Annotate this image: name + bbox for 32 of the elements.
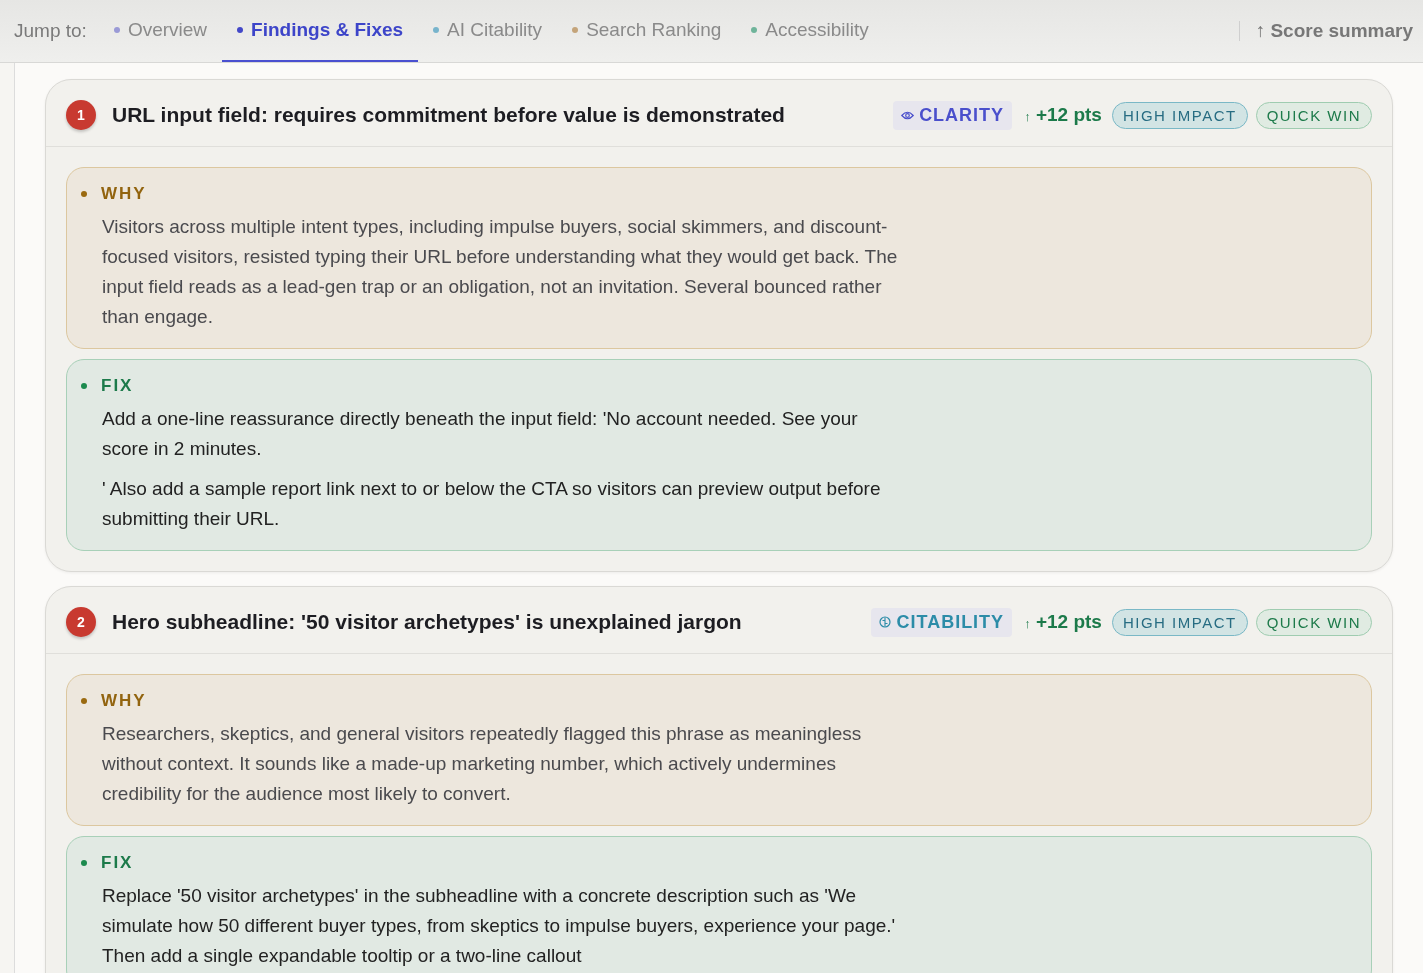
finding-title: Hero subheadline: '50 visitor archetypes' is unexplained jargon [112, 610, 742, 634]
bullet-icon [81, 383, 87, 389]
section-text: Researchers, skeptics, and general visitors repeatedly flagged this phrase as meaningless without context. It sounds like a made-up marketing number, which actively undermines credibility for the audience most likely to convert. [102, 722, 863, 806]
tag: QUICK WIN [1255, 101, 1372, 129]
category-badge: CITABILITY [871, 607, 1013, 637]
nav-tab[interactable]: Search Ranking [557, 0, 737, 62]
tag: QUICK WIN [1255, 608, 1372, 636]
section-text: Replace '50 visitor archetypes' in the subheadline with a concrete description such as 'We simulate how 50 different buyer types, from skeptics to impulse buyers, experience your page.' Then add a single expandable tooltip or a two-line callout [102, 884, 897, 968]
bullet-icon [81, 191, 87, 197]
finding-title: URL input field: requires commitment before value is demonstrated [112, 103, 785, 127]
category-badge: CLARITY [893, 100, 1013, 130]
points-gain: ↑ +12 pts [1024, 611, 1102, 633]
finding-number: 1 [66, 100, 96, 130]
tag: HIGH IMPACT [1111, 101, 1248, 129]
tag: HIGH IMPACT [1111, 608, 1248, 636]
nav-tab[interactable]: Overview [98, 0, 223, 62]
points-gain: ↑ +12 pts [1024, 104, 1102, 126]
section-label: WHY [101, 691, 147, 711]
bullet-icon [81, 698, 87, 704]
section-text: Visitors across multiple intent types, including impulse buyers, social skimmers, and discount-focused visitors, resisted typing their URL before understanding what they would get back. The input field reads as a lead-gen trap or an obligation, not an invitation. Several bounced rather than engage. [102, 215, 899, 329]
section-label: WHY [101, 184, 147, 204]
eye-icon [901, 110, 915, 120]
section-label: FIX [101, 853, 134, 873]
score-summary-link[interactable]: ↑ Score summary [1255, 20, 1413, 42]
jump-to-label: Jump to: [14, 20, 87, 42]
bullet-icon [81, 860, 87, 866]
section-text: Add a one-line reassurance directly beneath the input field: 'No account needed. See your score in 2 minutes. [102, 407, 859, 461]
section-text: ' Also add a sample report link next to or below the CTA so visitors can preview output before submitting their URL. [102, 477, 882, 531]
nav-tab[interactable]: Accessibility [736, 0, 884, 62]
finding-number: 2 [66, 607, 96, 637]
nav-tab[interactable]: AI Citability [418, 0, 558, 62]
section-label: FIX [101, 376, 134, 396]
